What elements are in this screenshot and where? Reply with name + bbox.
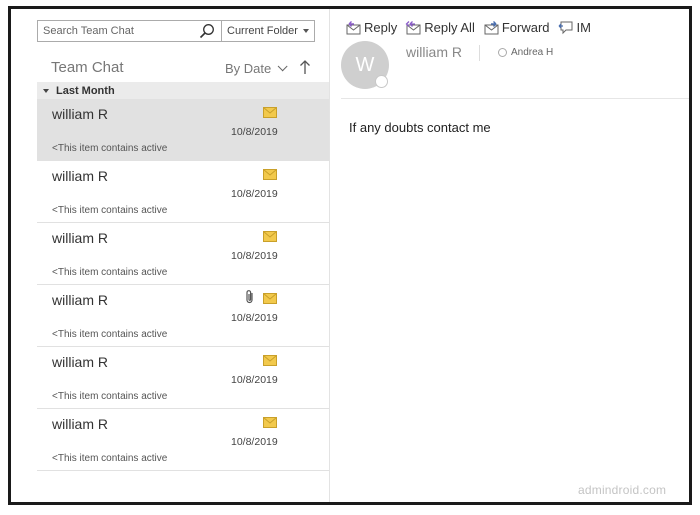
sender-name[interactable]: william R [406, 44, 462, 60]
envelope-icon [263, 169, 277, 180]
reply-button[interactable]: Reply [345, 20, 397, 35]
message-body: If any doubts contact me [349, 120, 491, 135]
im-button[interactable]: IM [558, 20, 591, 35]
search-icon[interactable] [199, 23, 215, 39]
message-date: 10/8/2019 [231, 126, 278, 138]
message-preview: <This item contains active [52, 143, 168, 154]
search-scope-label: Current Folder [227, 25, 298, 37]
sender-name: william R [52, 168, 108, 184]
message-list-pane: Current Folder Team Chat By Date Last Mo… [26, 9, 330, 502]
envelope-icon [263, 355, 277, 366]
reply-all-button[interactable]: Reply All [405, 20, 475, 35]
message-date: 10/8/2019 [231, 188, 278, 200]
recipient[interactable]: Andrea H [498, 47, 553, 58]
message-list: william R 10/8/2019 <This item contains ac… [37, 99, 329, 471]
group-label: Last Month [56, 84, 115, 97]
sender-name: william R [52, 416, 108, 432]
search-scope-dropdown[interactable]: Current Folder [222, 20, 315, 42]
sender-name: william R [52, 292, 108, 308]
reply-all-icon [405, 20, 421, 34]
envelope-icon [263, 231, 277, 242]
message-preview: <This item contains active [52, 205, 168, 216]
collapse-triangle-icon[interactable] [43, 88, 49, 93]
reply-all-label: Reply All [424, 19, 475, 35]
im-label: IM [576, 19, 591, 35]
group-header[interactable]: Last Month [37, 82, 329, 99]
message-date: 10/8/2019 [231, 436, 278, 448]
forward-icon [484, 20, 499, 34]
reading-toolbar: Reply Reply All Forward IM [345, 17, 599, 37]
sender-name: william R [52, 106, 108, 122]
list-item[interactable]: william R 10/8/2019 <This item contains ac… [37, 99, 329, 161]
forward-button[interactable]: Forward [483, 20, 550, 35]
chevron-down-icon [303, 29, 309, 33]
recipient-name: Andrea H [511, 47, 554, 58]
search-bar: Current Folder [37, 20, 329, 42]
chevron-down-icon [277, 61, 288, 72]
message-date: 10/8/2019 [231, 312, 278, 324]
envelope-icon [263, 107, 277, 118]
watermark: admindroid.com [578, 483, 667, 497]
reading-pane: Reply Reply All Forward IM W william R A… [331, 9, 689, 502]
app-window: Current Folder Team Chat By Date Last Mo… [8, 6, 692, 505]
presence-status-icon [498, 48, 507, 57]
forward-label: Forward [501, 19, 550, 35]
message-preview: <This item contains active [52, 267, 168, 278]
sort-direction-icon[interactable] [299, 59, 311, 75]
avatar-initial: W [355, 53, 375, 76]
sender-name: william R [52, 230, 108, 246]
message-date: 10/8/2019 [231, 374, 278, 386]
sort-label: By Date [225, 61, 272, 76]
divider [479, 45, 480, 61]
paperclip-icon [246, 290, 253, 304]
sender-name: william R [52, 354, 108, 370]
reply-label: Reply [364, 19, 398, 35]
message-date: 10/8/2019 [231, 250, 278, 262]
folder-title: Team Chat [51, 59, 124, 76]
envelope-icon [263, 417, 277, 428]
list-item[interactable]: william R 10/8/2019 <This item contains ac… [37, 285, 329, 347]
list-item[interactable]: william R 10/8/2019 <This item contains ac… [37, 347, 329, 409]
list-item[interactable]: william R 10/8/2019 <This item contains ac… [37, 223, 329, 285]
search-input[interactable] [43, 25, 193, 37]
list-item[interactable]: william R 10/8/2019 <This item contains ac… [37, 161, 329, 223]
instant-message-icon [558, 21, 573, 34]
message-preview: <This item contains active [52, 329, 168, 340]
list-header: Team Chat By Date [37, 53, 329, 79]
search-box[interactable] [37, 20, 222, 42]
header-divider [341, 98, 689, 99]
reply-icon [346, 20, 361, 34]
message-preview: <This item contains active [52, 453, 168, 464]
sort-dropdown[interactable]: By Date [225, 61, 288, 76]
list-item[interactable]: william R 10/8/2019 <This item contains ac… [37, 409, 329, 471]
envelope-icon [263, 293, 277, 304]
presence-status-icon [375, 75, 388, 88]
message-preview: <This item contains active [52, 391, 168, 402]
